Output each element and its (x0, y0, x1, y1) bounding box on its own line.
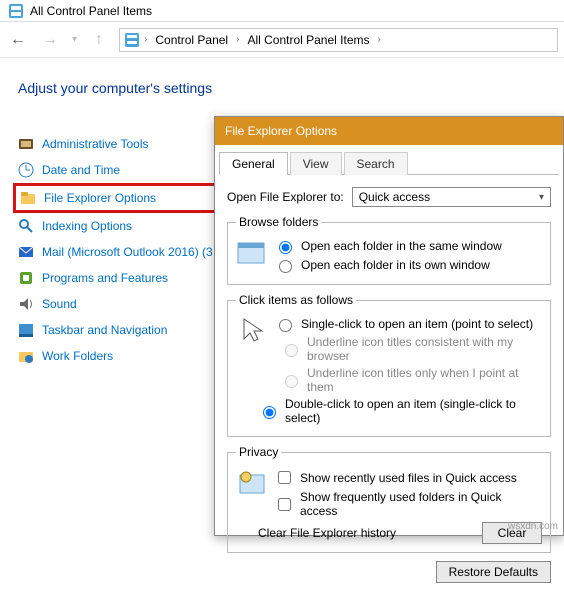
file-explorer-options-dialog: File Explorer Options General View Searc… (214, 116, 564, 536)
item-label: Work Folders (42, 349, 113, 363)
clock-icon (18, 162, 34, 178)
item-label: Sound (42, 297, 77, 311)
back-button[interactable]: ← (6, 28, 30, 52)
radio-input[interactable] (279, 260, 292, 273)
work-folders-icon (18, 348, 34, 364)
item-label: Indexing Options (42, 219, 132, 233)
breadcrumb-control-panel[interactable]: Control Panel (151, 31, 232, 49)
control-panel-list: Administrative Tools Date and Time File … (18, 136, 218, 364)
open-explorer-to-label: Open File Explorer to: (227, 190, 344, 204)
item-label: Programs and Features (42, 271, 168, 285)
tab-search[interactable]: Search (344, 152, 408, 175)
nav-bar: ← → ▾ ↑ › Control Panel › All Control Pa… (0, 22, 564, 58)
item-label: Date and Time (42, 163, 120, 177)
checkbox-label: Show frequently used folders in Quick ac… (300, 490, 542, 518)
item-date-and-time[interactable]: Date and Time (18, 162, 218, 178)
folder-options-icon (20, 190, 36, 206)
item-work-folders[interactable]: Work Folders (18, 348, 218, 364)
address-bar[interactable]: › Control Panel › All Control Panel Item… (119, 28, 558, 52)
tab-general[interactable]: General (219, 152, 288, 175)
breadcrumb-all-items[interactable]: All Control Panel Items (243, 31, 373, 49)
radio-input[interactable] (279, 241, 292, 254)
privacy-icon (236, 467, 268, 499)
item-sound[interactable]: Sound (18, 296, 218, 312)
item-administrative-tools[interactable]: Administrative Tools (18, 136, 218, 152)
radio-same-window[interactable]: Open each folder in the same window (274, 238, 542, 254)
forward-button[interactable]: → (38, 28, 62, 52)
page-heading: Adjust your computer's settings (18, 80, 564, 96)
breadcrumb-sep[interactable]: › (236, 34, 239, 45)
radio-input[interactable] (279, 319, 292, 332)
restore-defaults-button[interactable]: Restore Defaults (436, 561, 551, 583)
radio-label: Open each folder in the same window (301, 239, 502, 253)
taskbar-icon (18, 322, 34, 338)
combo-value: Quick access (359, 190, 430, 204)
window-title: All Control Panel Items (30, 4, 152, 18)
window-titlebar: All Control Panel Items (0, 0, 564, 22)
radio-underline-browser: Underline icon titles consistent with my… (280, 335, 542, 363)
radio-label: Underline icon titles consistent with my… (307, 335, 542, 363)
item-label: Mail (Microsoft Outlook 2016) (3 (42, 245, 213, 259)
up-button[interactable]: ↑ (87, 28, 111, 52)
programs-icon (18, 270, 34, 286)
control-panel-icon (124, 32, 140, 48)
item-label: Administrative Tools (42, 137, 149, 151)
item-label: File Explorer Options (44, 191, 156, 205)
radio-input (285, 344, 298, 357)
search-icon (18, 218, 34, 234)
mail-icon (18, 244, 34, 260)
privacy-group: Privacy Show recently used files in Quic… (227, 445, 551, 553)
breadcrumb-sep[interactable]: › (378, 34, 381, 45)
recent-locations-dropdown[interactable]: ▾ (70, 34, 79, 45)
item-label: Taskbar and Navigation (42, 323, 167, 337)
checkbox-input[interactable] (278, 498, 291, 511)
item-taskbar-and-navigation[interactable]: Taskbar and Navigation (18, 322, 218, 338)
radio-label: Open each folder in its own window (301, 258, 490, 272)
radio-input[interactable] (263, 406, 276, 419)
check-frequent-folders[interactable]: Show frequently used folders in Quick ac… (274, 490, 542, 518)
control-panel-icon (8, 3, 24, 19)
dialog-tabs: General View Search (219, 151, 559, 175)
clear-history-label: Clear File Explorer history (258, 526, 396, 540)
radio-underline-point: Underline icon titles only when I point … (280, 366, 542, 394)
checkbox-input[interactable] (278, 471, 291, 484)
watermark: wsxdn.com (508, 521, 558, 532)
radio-single-click[interactable]: Single-click to open an item (point to s… (274, 316, 542, 332)
browse-folders-legend: Browse folders (236, 215, 321, 229)
radio-label: Double-click to open an item (single-cli… (285, 397, 542, 425)
checkbox-label: Show recently used files in Quick access (300, 471, 517, 485)
radio-own-window[interactable]: Open each folder in its own window (274, 257, 542, 273)
click-items-group: Click items as follows Single-click to o… (227, 293, 551, 437)
folder-window-icon (236, 237, 268, 269)
radio-input (285, 375, 298, 388)
radio-double-click[interactable]: Double-click to open an item (single-cli… (258, 397, 542, 425)
radio-label: Single-click to open an item (point to s… (301, 317, 533, 331)
chevron-down-icon: ▾ (539, 192, 544, 203)
click-items-legend: Click items as follows (236, 293, 356, 307)
item-file-explorer-options[interactable]: File Explorer Options (18, 188, 218, 208)
cursor-icon (236, 315, 268, 347)
item-mail-outlook[interactable]: Mail (Microsoft Outlook 2016) (3 (18, 244, 218, 260)
breadcrumb-sep[interactable]: › (144, 34, 147, 45)
item-indexing-options[interactable]: Indexing Options (18, 218, 218, 234)
browse-folders-group: Browse folders Open each folder in the s… (227, 215, 551, 285)
item-programs-and-features[interactable]: Programs and Features (18, 270, 218, 286)
privacy-legend: Privacy (236, 445, 281, 459)
tools-icon (18, 136, 34, 152)
check-recent-files[interactable]: Show recently used files in Quick access (274, 468, 542, 487)
tab-view[interactable]: View (290, 152, 342, 175)
radio-label: Underline icon titles only when I point … (307, 366, 542, 394)
open-explorer-to-combo[interactable]: Quick access ▾ (352, 187, 551, 207)
dialog-title: File Explorer Options (215, 117, 563, 145)
sound-icon (18, 296, 34, 312)
